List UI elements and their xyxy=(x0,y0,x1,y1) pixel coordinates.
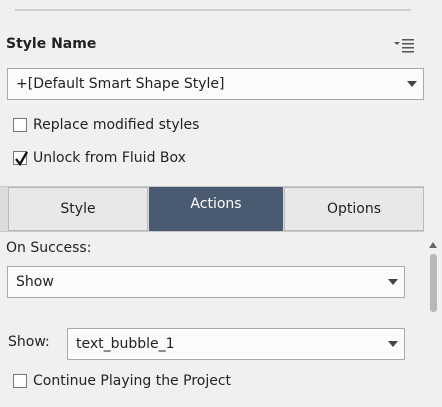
continue-playing-checkbox[interactable] xyxy=(13,374,27,388)
properties-tab-bar: Style Actions Options xyxy=(0,186,424,232)
scrollbar-thumb[interactable] xyxy=(430,254,437,312)
show-label: Show: xyxy=(8,334,50,350)
panel-menu-icon[interactable] xyxy=(392,36,416,54)
style-name-title: Style Name xyxy=(6,36,97,52)
tab-options[interactable]: Options xyxy=(284,187,424,231)
vertical-scrollbar[interactable] xyxy=(427,232,439,407)
show-target-dropdown-value: text_bubble_1 xyxy=(76,336,175,352)
tab-style[interactable]: Style xyxy=(8,187,148,231)
chevron-down-icon xyxy=(382,341,404,347)
tab-style-label: Style xyxy=(60,201,96,217)
replace-modified-styles-checkbox[interactable] xyxy=(13,118,27,132)
style-name-dropdown[interactable]: +[Default Smart Shape Style] xyxy=(7,68,424,100)
chevron-down-icon xyxy=(382,279,404,285)
tab-actions-label: Actions xyxy=(190,196,242,212)
style-name-dropdown-value: +[Default Smart Shape Style] xyxy=(16,76,225,92)
top-divider xyxy=(15,9,411,11)
continue-playing-label: Continue Playing the Project xyxy=(33,373,232,389)
continue-playing-row[interactable]: Continue Playing the Project xyxy=(13,373,231,389)
tab-options-label: Options xyxy=(326,201,382,217)
replace-modified-styles-row[interactable]: Replace modified styles xyxy=(13,117,199,133)
chevron-down-icon xyxy=(401,81,423,87)
checkmark-icon xyxy=(15,151,29,167)
replace-modified-styles-label: Replace modified styles xyxy=(33,117,200,133)
unlock-fluid-box-row[interactable]: Unlock from Fluid Box xyxy=(13,150,186,167)
show-target-dropdown[interactable]: text_bubble_1 xyxy=(67,328,405,360)
unlock-fluid-box-checkbox[interactable] xyxy=(13,151,29,167)
unlock-fluid-box-label: Unlock from Fluid Box xyxy=(33,150,186,166)
arrow-up-icon[interactable] xyxy=(429,236,437,252)
tab-actions[interactable]: Actions xyxy=(149,187,283,231)
on-success-dropdown-value: Show xyxy=(16,274,54,290)
on-success-label: On Success: xyxy=(6,240,92,256)
on-success-dropdown[interactable]: Show xyxy=(7,266,405,298)
